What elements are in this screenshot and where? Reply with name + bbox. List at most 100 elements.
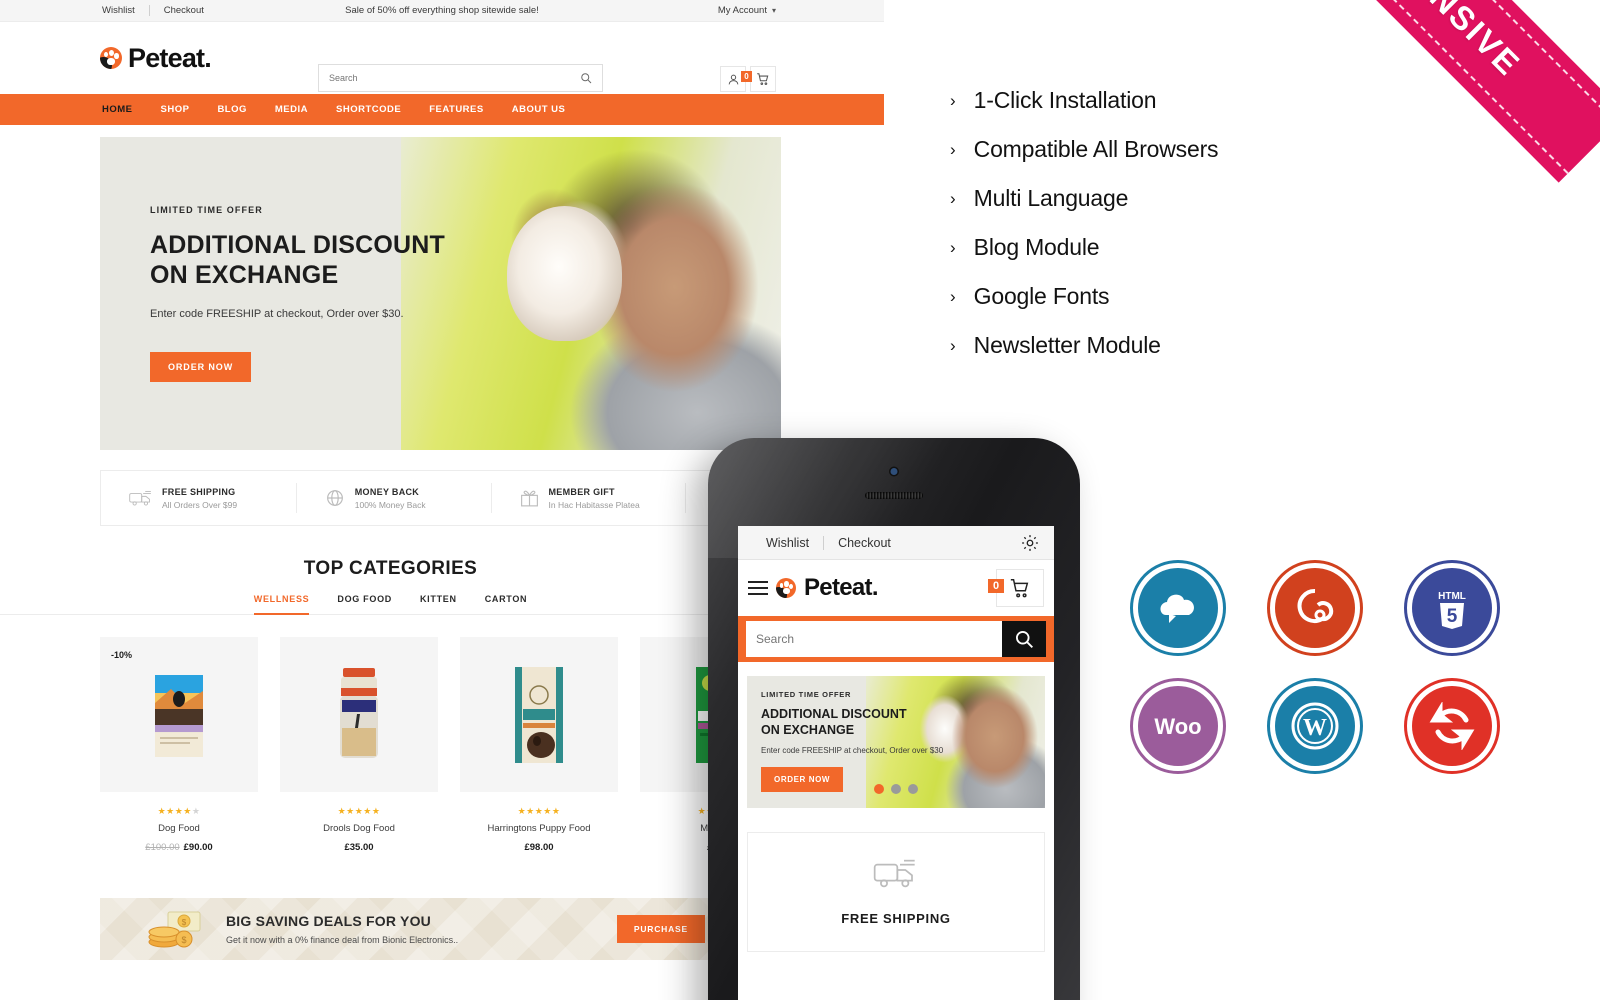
badge-core (1138, 568, 1218, 648)
my-account-menu[interactable]: My Account ▾ (718, 5, 776, 16)
nav-item-shortcode[interactable]: SHORTCODE (322, 104, 415, 115)
product-price: £35.00 (280, 842, 438, 853)
svg-text:HTML: HTML (1438, 591, 1466, 602)
phone-speaker (865, 492, 923, 499)
mobile-hero-title: ADDITIONAL DISCOUNT ON EXCHANGE (761, 707, 1045, 738)
feature-list-item: › Google Fonts (950, 272, 1218, 321)
carousel-dots (874, 784, 918, 794)
nav-item-blog[interactable]: BLOG (203, 104, 260, 115)
mobile-checkout-link[interactable]: Checkout (824, 536, 905, 550)
feature-list-item: › Newsletter Module (950, 321, 1218, 370)
carousel-dot[interactable] (908, 784, 918, 794)
hamburger-menu-icon[interactable] (748, 581, 768, 595)
nav-link-shop[interactable]: SHOP (147, 104, 204, 115)
nav-link-about-us[interactable]: ABOUT US (498, 104, 580, 115)
mobile-order-now-button[interactable]: ORDER NOW (761, 767, 844, 793)
hero-banner: LIMITED TIME OFFER ADDITIONAL DISCOUNT O… (100, 137, 781, 450)
phone-camera (890, 468, 898, 475)
phone-screen: Wishlist Checkout Peteat. 0 Search LIMIT… (738, 526, 1054, 1000)
saving-banner-title: BIG SAVING DEALS FOR YOU (226, 913, 431, 929)
cart-icon[interactable]: 0 (741, 66, 776, 92)
product-image (280, 637, 438, 792)
feature-list-label: Google Fonts (973, 283, 1110, 309)
tab-kitten[interactable]: KITTEN (420, 594, 457, 615)
nav-link-blog[interactable]: BLOG (203, 104, 260, 115)
logo-text: Peteat. (128, 42, 212, 73)
feature-money-back: MONEY BACK 100% Money Back (295, 471, 491, 525)
mobile-search-button[interactable] (1002, 621, 1046, 657)
mobile-feature-title: FREE SHIPPING (841, 911, 951, 926)
feature-list-item: › Blog Module (950, 223, 1218, 272)
rating-stars: ★★★★★ (337, 806, 381, 816)
mobile-search-bar (738, 616, 1054, 662)
carousel-dot[interactable] (891, 784, 901, 794)
wishlist-link[interactable]: Wishlist (102, 5, 149, 16)
gear-icon[interactable] (1020, 533, 1040, 553)
product-photo-harringtons-bag (515, 666, 563, 763)
responsive-ribbon: RESPONSIVE (1233, 0, 1600, 183)
desktop-utility-bar: Wishlist Checkout Sale of 50% off everyt… (0, 0, 884, 22)
product-price: £100.00 £90.00 (100, 842, 258, 853)
tab-carton[interactable]: CARTON (485, 594, 528, 615)
mobile-utility-bar: Wishlist Checkout (738, 526, 1054, 560)
paw-icon (100, 47, 122, 69)
purchase-button[interactable]: PURCHASE (616, 915, 705, 943)
feature-subtitle: In Hac Habitasse Platea (548, 499, 640, 510)
wordpress-badge: W (1267, 678, 1363, 774)
feature-subtitle: 100% Money Back (354, 499, 426, 510)
mobile-wishlist-link[interactable]: Wishlist (752, 536, 823, 550)
mobile-search-input[interactable] (746, 621, 1002, 657)
nav-item-shop[interactable]: SHOP (147, 104, 204, 115)
product-card[interactable]: -10% ★★★★★ Dog Food £100.00 £90.00 (100, 637, 258, 853)
cloud-icon (1160, 594, 1195, 623)
product-image (460, 637, 618, 792)
tab-wellness[interactable]: WELLNESS (253, 594, 310, 615)
chevron-right-icon: › (950, 238, 956, 257)
tab-dog-food[interactable]: DOG FOOD (337, 594, 392, 615)
product-card[interactable]: ★★★★★ Drools Dog Food £35.00 (280, 637, 438, 853)
nav-link-home[interactable]: HOME (102, 104, 147, 115)
search-icon[interactable] (580, 72, 592, 84)
svg-text:5: 5 (1447, 606, 1458, 627)
svg-text:$: $ (182, 918, 187, 927)
mobile-hero-title-line2: ON EXCHANGE (761, 722, 855, 737)
product-name: Drools Dog Food (323, 823, 395, 834)
nav-item-features[interactable]: FEATURES (415, 104, 498, 115)
badge-core: Woo (1138, 686, 1218, 766)
search-input[interactable] (319, 65, 580, 91)
mobile-hero-banner: LIMITED TIME OFFER ADDITIONAL DISCOUNT O… (747, 676, 1045, 808)
badge-core: W (1275, 686, 1355, 766)
feature-subtitle: All Orders Over $99 (162, 499, 238, 510)
nav-link-features[interactable]: FEATURES (415, 104, 498, 115)
feature-text: MEMBER GIFT In Hac Habitasse Platea (549, 487, 640, 510)
rating-stars: ★★★★★ (157, 806, 201, 816)
my-account-label: My Account (717, 5, 767, 16)
site-logo[interactable]: Peteat. (100, 42, 212, 74)
mobile-hero-kicker: LIMITED TIME OFFER (761, 690, 852, 699)
badge-core: HTML 5 (1412, 568, 1492, 648)
search-box[interactable] (318, 64, 603, 92)
nav-item-media[interactable]: MEDIA (261, 104, 322, 115)
mobile-hero-title-line1: ADDITIONAL DISCOUNT (761, 707, 907, 721)
desktop-header: Peteat. 0 (0, 22, 884, 94)
truck-icon (873, 858, 919, 895)
chevron-right-icon: › (950, 336, 956, 355)
top-categories-title: TOP CATEGORIES (303, 558, 478, 579)
chevron-right-icon: › (950, 140, 956, 159)
checkout-link[interactable]: Checkout (150, 5, 218, 16)
nav-link-shortcode[interactable]: SHORTCODE (322, 104, 415, 115)
chevron-right-icon: › (950, 189, 956, 208)
feature-member-gift: MEMBER GIFT In Hac Habitasse Platea (490, 471, 686, 525)
order-now-button[interactable]: ORDER NOW (150, 352, 252, 382)
carousel-dot-active[interactable] (874, 784, 884, 794)
nav-link-media[interactable]: MEDIA (261, 104, 322, 115)
product-card[interactable]: ★★★★★ Harringtons Puppy Food £98.00 (460, 637, 618, 853)
feature-title: FREE SHIPPING (162, 486, 236, 497)
mobile-cart-icon[interactable]: 0 (988, 569, 1044, 607)
envato-badge (1130, 560, 1226, 656)
feature-list-label: Compatible All Browsers (973, 136, 1219, 162)
nav-item-home[interactable]: HOME (102, 104, 147, 115)
nav-item-about[interactable]: ABOUT US (498, 104, 580, 115)
product-old-price: £100.00 (145, 842, 180, 853)
mobile-cart-count-badge: 0 (988, 579, 1005, 593)
